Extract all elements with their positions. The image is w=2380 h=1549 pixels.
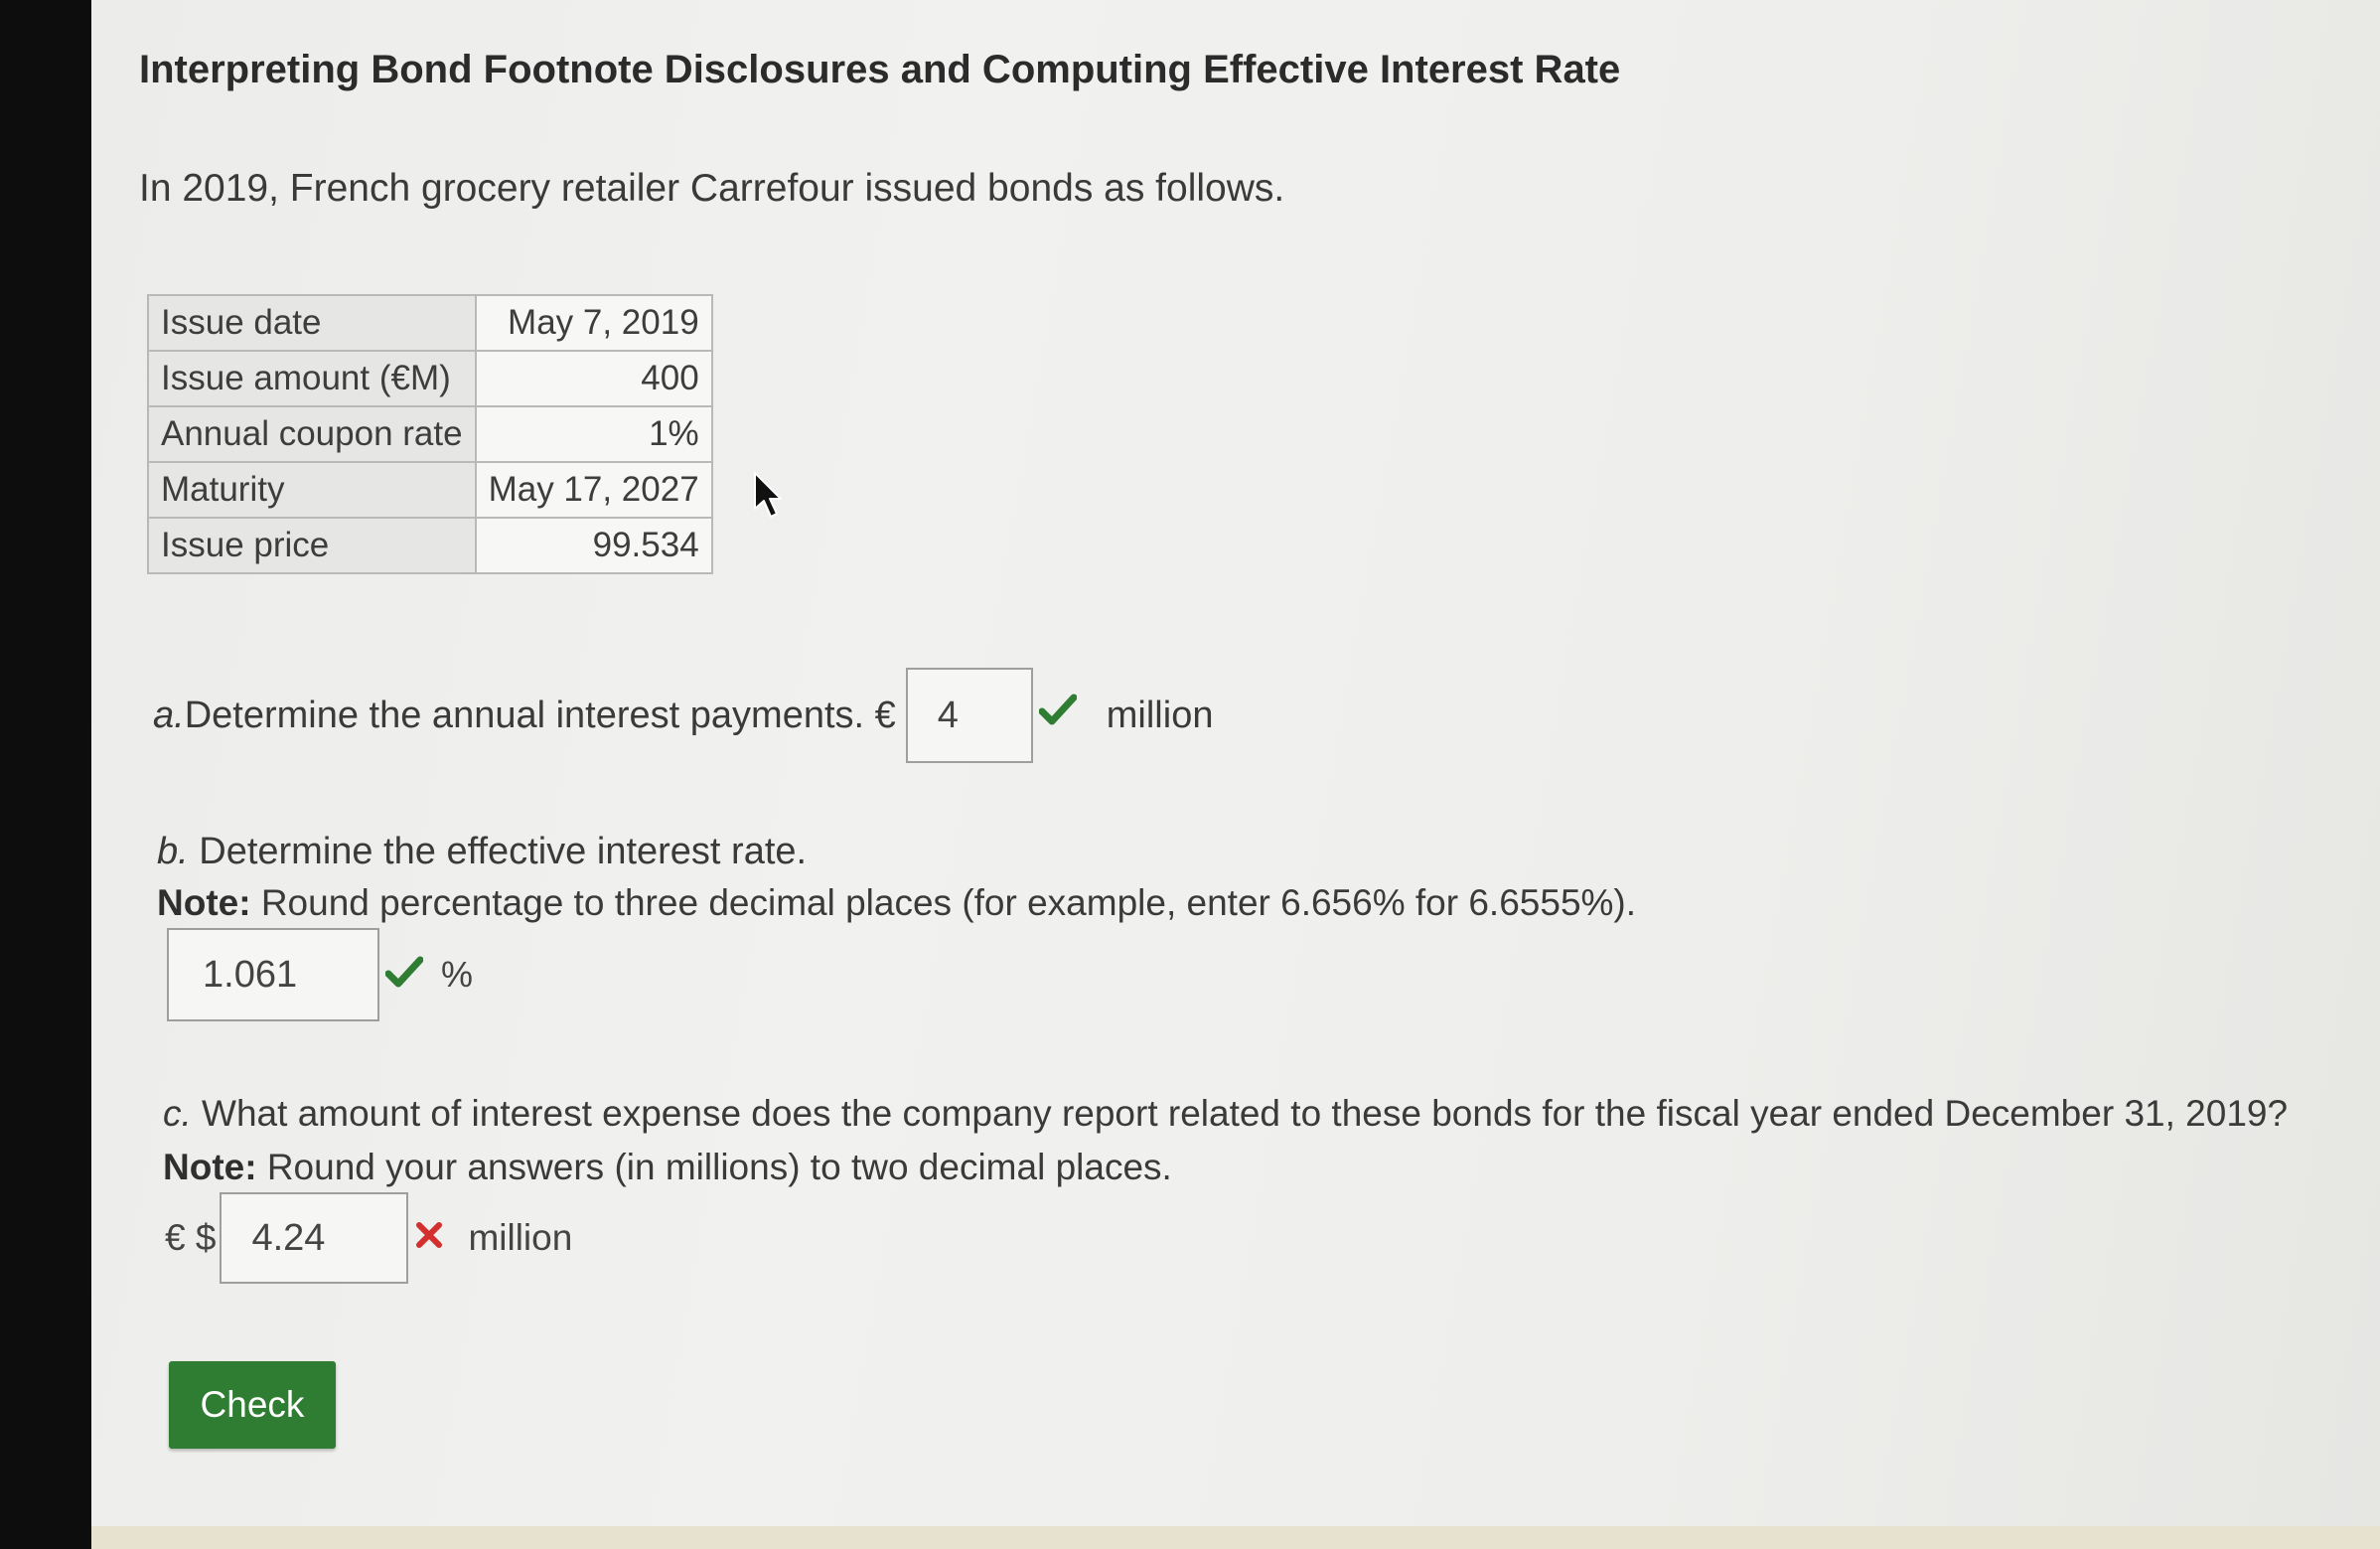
row-label: Issue date <box>147 294 477 352</box>
answer-a-input[interactable]: 4 <box>905 668 1033 763</box>
problem-intro: In 2019, French grocery retailer Carrefo… <box>139 167 1285 210</box>
mouse-cursor-icon <box>754 472 782 518</box>
screen: Interpreting Bond Footnote Disclosures a… <box>91 0 2380 1549</box>
check-mark-icon <box>1038 694 1078 737</box>
answer-a-value: 4 <box>937 694 959 736</box>
table-row: Annual coupon rate 1% <box>147 405 713 463</box>
row-value: May 7, 2019 <box>474 294 713 352</box>
problem-content: Interpreting Bond Footnote Disclosures a… <box>135 0 2380 1549</box>
bond-details-table: Issue date May 7, 2019 Issue amount (€M)… <box>147 294 713 574</box>
page-title: Interpreting Bond Footnote Disclosures a… <box>139 48 1621 91</box>
question-c: c. What amount of interest expense does … <box>163 1093 2288 1135</box>
question-b-answer-row: 1.061 % <box>167 928 473 1021</box>
table-row: Maturity May 17, 2027 <box>147 461 713 519</box>
question-b-letter: b. <box>157 831 189 872</box>
question-c-letter: c. <box>163 1093 192 1134</box>
note-label: Note: <box>157 882 251 923</box>
row-label: Maturity <box>147 461 477 519</box>
question-a: a. Determine the annual interest payment… <box>153 668 1213 763</box>
answer-c-unit: million <box>468 1217 573 1258</box>
row-label: Issue price <box>147 517 477 574</box>
row-value: May 17, 2027 <box>474 461 713 519</box>
currency-prefix: € $ <box>165 1217 217 1258</box>
table-row: Issue date May 7, 2019 <box>147 294 713 352</box>
note-text: Round your answers (in millions) to two … <box>256 1147 1172 1187</box>
answer-b-unit: % <box>441 954 474 995</box>
table-row: Issue amount (€M) 400 <box>147 350 713 407</box>
question-c-note: Note: Round your answers (in millions) t… <box>163 1147 1172 1188</box>
row-label: Annual coupon rate <box>147 405 477 463</box>
check-mark-icon <box>384 956 424 995</box>
bottom-bar <box>91 1526 2380 1549</box>
check-button[interactable]: Check <box>169 1361 336 1449</box>
question-c-text: What amount of interest expense does the… <box>191 1093 2289 1134</box>
question-b-note: Note: Round percentage to three decimal … <box>157 882 1636 924</box>
row-value: 1% <box>474 405 713 463</box>
answer-b-input[interactable]: 1.061 <box>167 928 379 1021</box>
question-a-letter: a. <box>153 694 185 736</box>
row-label: Issue amount (€M) <box>147 350 477 407</box>
question-a-text: Determine the annual interest payments. … <box>184 694 896 736</box>
question-b: b. Determine the effective interest rate… <box>157 831 807 873</box>
table-row: Issue price 99.534 <box>147 517 713 574</box>
note-text: Round percentage to three decimal places… <box>250 882 1637 923</box>
row-value: 400 <box>474 350 713 407</box>
x-mark-icon <box>414 1217 444 1259</box>
answer-c-input[interactable]: 4.24 <box>220 1192 409 1284</box>
note-label: Note: <box>163 1147 257 1187</box>
question-b-text: Determine the effective interest rate. <box>188 831 808 872</box>
answer-a-unit: million <box>1106 694 1214 736</box>
answer-b-value: 1.061 <box>203 953 298 996</box>
answer-c-value: 4.24 <box>251 1216 326 1259</box>
question-c-answer-row: € $ 4.24 million <box>165 1192 572 1284</box>
row-value: 99.534 <box>474 517 713 574</box>
